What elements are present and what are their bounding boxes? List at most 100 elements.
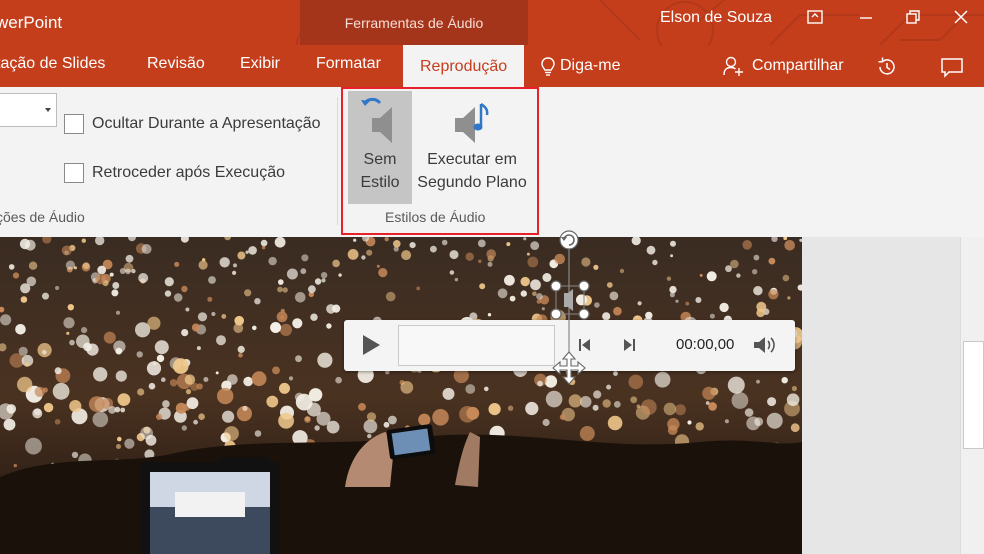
user-name[interactable]: Elson de Souza <box>660 9 772 27</box>
bokeh-light <box>116 310 120 315</box>
tab-review[interactable]: Revisão <box>147 55 205 73</box>
share-button[interactable]: Compartilhar <box>722 55 844 77</box>
bokeh-light <box>670 254 674 258</box>
bokeh-light <box>169 379 178 387</box>
bokeh-light <box>576 294 587 306</box>
bokeh-light <box>185 307 190 312</box>
bokeh-light <box>401 250 412 261</box>
bokeh-light <box>279 382 290 394</box>
bokeh-light <box>54 419 61 425</box>
bokeh-light <box>278 412 294 429</box>
progress-bar[interactable] <box>398 325 555 366</box>
tab-format[interactable]: Formatar <box>316 55 381 73</box>
skip-forward-icon[interactable] <box>621 337 637 353</box>
bokeh-light <box>787 296 791 300</box>
slide-canvas[interactable] <box>0 237 802 554</box>
bokeh-light <box>136 351 143 358</box>
bokeh-light <box>295 393 313 411</box>
bokeh-light <box>361 255 366 260</box>
bokeh-light <box>542 418 550 427</box>
bokeh-light <box>109 272 114 277</box>
bokeh-light <box>544 375 558 388</box>
bokeh-light <box>637 301 642 306</box>
bokeh-light <box>753 254 760 261</box>
play-icon[interactable] <box>360 333 382 357</box>
bokeh-light <box>652 259 658 266</box>
bokeh-light <box>43 402 54 413</box>
rewind-after-play-checkbox[interactable] <box>64 163 84 183</box>
bokeh-light <box>115 370 127 382</box>
bokeh-light <box>432 409 449 426</box>
bokeh-light <box>15 324 26 335</box>
bokeh-light <box>8 264 15 270</box>
bokeh-light <box>65 260 75 270</box>
tab-view[interactable]: Exibir <box>240 55 280 73</box>
bokeh-light <box>695 422 704 431</box>
scrollbar-thumb[interactable] <box>963 341 984 449</box>
bokeh-light <box>530 279 541 291</box>
bokeh-light <box>640 399 657 415</box>
bokeh-light <box>486 249 497 259</box>
ribbon-display-icon[interactable] <box>806 8 824 26</box>
bokeh-light <box>268 256 277 266</box>
audio-tools-contextual-tab: Ferramentas de Áudio <box>300 0 528 45</box>
bokeh-light <box>606 384 612 390</box>
bokeh-light <box>34 386 45 397</box>
bokeh-light <box>606 282 613 288</box>
bokeh-light <box>270 322 282 333</box>
bokeh-light <box>286 268 298 280</box>
bokeh-light <box>196 346 201 351</box>
restore-icon[interactable] <box>904 8 922 26</box>
bokeh-light <box>88 396 105 412</box>
bokeh-light <box>388 415 397 425</box>
bokeh-light <box>725 265 732 273</box>
bokeh-light <box>326 323 332 329</box>
bokeh-light <box>300 268 307 275</box>
bokeh-light <box>504 274 515 286</box>
bokeh-light <box>670 240 676 247</box>
bokeh-light <box>353 238 357 242</box>
bokeh-light <box>736 273 741 278</box>
volume-icon[interactable] <box>752 334 778 356</box>
close-icon[interactable] <box>952 8 970 26</box>
bokeh-light <box>666 276 672 281</box>
bokeh-light <box>69 400 82 413</box>
bokeh-light <box>786 393 800 406</box>
bokeh-light <box>233 263 237 268</box>
tab-playback[interactable]: Reprodução <box>403 45 525 87</box>
skip-back-icon[interactable] <box>577 337 593 353</box>
bokeh-light <box>667 418 680 431</box>
bokeh-light <box>791 385 798 392</box>
volume-dropdown[interactable] <box>0 93 57 127</box>
bokeh-light <box>607 415 623 431</box>
hide-during-show-option[interactable]: Ocultar Durante a Apresentação <box>64 114 321 134</box>
bokeh-light <box>781 377 788 384</box>
audio-styles-highlight-box <box>341 87 539 235</box>
bokeh-light <box>81 327 88 334</box>
bokeh-light <box>367 433 372 439</box>
bokeh-light <box>274 237 286 248</box>
tell-me-box[interactable]: Diga-me <box>540 56 620 76</box>
tab-slide-show[interactable]: tação de Slides <box>0 55 105 73</box>
bokeh-light <box>308 285 316 294</box>
bokeh-light <box>156 354 165 363</box>
bokeh-light <box>92 411 109 428</box>
bokeh-light <box>731 392 749 409</box>
bokeh-light <box>67 304 75 311</box>
bokeh-light <box>335 376 342 384</box>
bokeh-light <box>282 287 288 293</box>
bokeh-light <box>95 273 106 285</box>
comment-icon[interactable] <box>940 55 964 79</box>
minimize-icon[interactable] <box>857 8 875 26</box>
rotate-handle-icon[interactable] <box>559 230 579 250</box>
hide-during-show-checkbox[interactable] <box>64 114 84 134</box>
rewind-after-play-option[interactable]: Retroceder após Execução <box>64 163 285 183</box>
bokeh-light <box>526 252 530 256</box>
bokeh-light <box>347 249 359 260</box>
bokeh-light <box>497 288 508 299</box>
history-icon[interactable] <box>875 55 899 79</box>
bokeh-light <box>295 292 306 303</box>
bokeh-light <box>675 299 679 303</box>
bokeh-light <box>430 245 437 253</box>
bokeh-light <box>709 313 715 319</box>
